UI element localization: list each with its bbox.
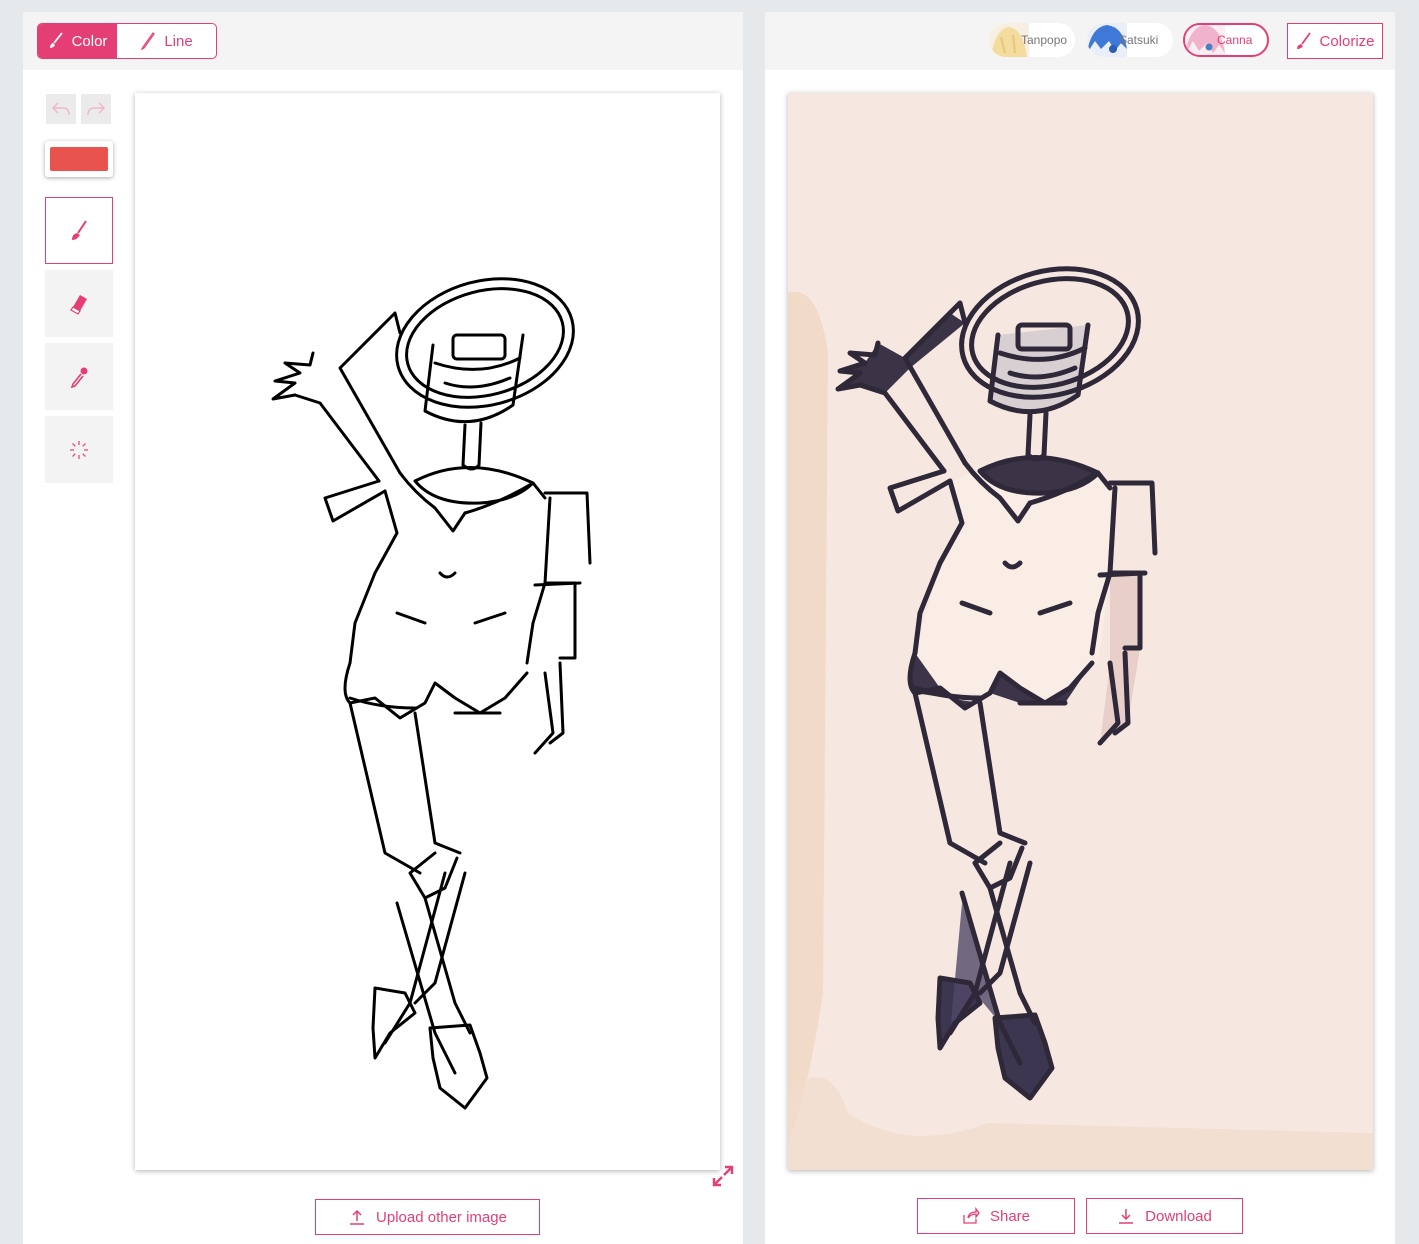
brush-icon xyxy=(1297,32,1312,49)
style-chip-satsuki[interactable]: Satsuki xyxy=(1087,23,1173,57)
sketch-panel: Color Line Upload other image xyxy=(23,12,743,1244)
share-button[interactable]: Share xyxy=(917,1198,1075,1234)
tool-column xyxy=(45,94,113,483)
download-button[interactable]: Download xyxy=(1086,1198,1243,1234)
brush-icon xyxy=(49,32,63,48)
eyedropper-icon xyxy=(70,367,88,388)
sketch-canvas[interactable] xyxy=(135,93,720,1170)
redo-icon xyxy=(87,102,106,116)
eyedropper-tool-button[interactable] xyxy=(45,343,113,410)
download-label: Download xyxy=(1145,1207,1212,1225)
line-art-sketch xyxy=(271,258,592,1110)
line-mode-button[interactable]: Line xyxy=(117,24,216,58)
canna-label: Canna xyxy=(1217,33,1253,47)
colorized-result xyxy=(788,93,1373,1170)
result-panel-header: Tanpopo Satsuki Canna Colorize xyxy=(765,12,1395,70)
spinner-tool-button[interactable] xyxy=(45,416,113,483)
color-mode-label: Color xyxy=(71,32,108,50)
upload-label: Upload other image xyxy=(376,1208,507,1226)
brush-icon xyxy=(72,219,87,240)
tanpopo-label: Tanpopo xyxy=(1021,33,1068,47)
share-icon xyxy=(963,1207,980,1224)
satsuki-label: Satsuki xyxy=(1119,33,1159,47)
undo-icon xyxy=(51,102,70,116)
expand-icon[interactable] xyxy=(711,1164,735,1188)
result-panel: Tanpopo Satsuki Canna Colorize Share Dow… xyxy=(765,12,1395,1244)
color-mode-button[interactable]: Color xyxy=(38,24,117,58)
spinner-icon xyxy=(70,440,88,459)
history-controls xyxy=(46,94,113,124)
color-picker[interactable] xyxy=(45,141,113,177)
download-icon xyxy=(1119,1209,1134,1224)
pen-icon xyxy=(141,32,156,50)
eraser-icon xyxy=(70,294,87,315)
colorize-label: Colorize xyxy=(1319,32,1375,50)
colorize-button[interactable]: Colorize xyxy=(1287,23,1383,59)
eraser-tool-button[interactable] xyxy=(45,270,113,337)
redo-button[interactable] xyxy=(81,94,111,124)
line-mode-label: Line xyxy=(164,32,193,50)
upload-icon xyxy=(350,1209,365,1225)
share-label: Share xyxy=(989,1207,1031,1225)
current-color-fill xyxy=(50,147,108,171)
sketch-panel-header: Color Line xyxy=(23,12,743,70)
undo-button[interactable] xyxy=(46,94,76,124)
style-chip-tanpopo[interactable]: Tanpopo xyxy=(989,23,1075,57)
upload-image-button[interactable]: Upload other image xyxy=(315,1199,540,1235)
colorized-illustration xyxy=(788,93,1373,1170)
style-chip-canna[interactable]: Canna xyxy=(1183,23,1269,57)
mode-toggle: Color Line xyxy=(37,23,217,59)
brush-tool-button[interactable] xyxy=(45,197,113,264)
